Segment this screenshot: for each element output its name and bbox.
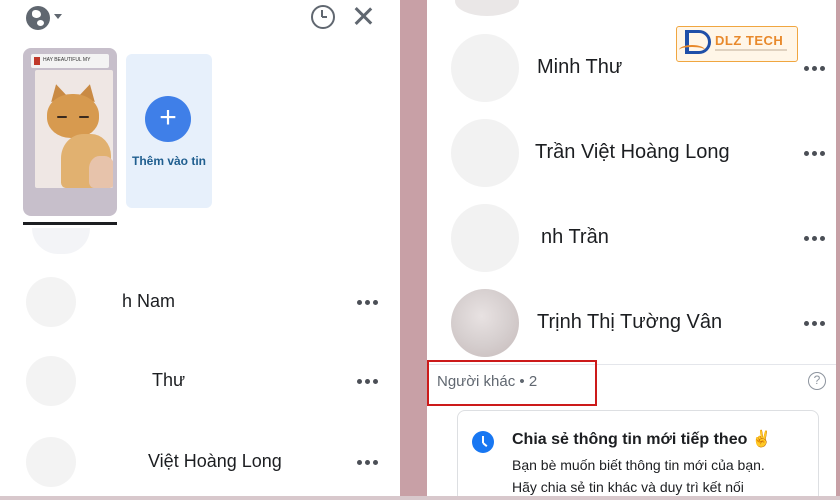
chevron-down-icon[interactable] (54, 14, 62, 19)
info-card-line: Bạn bè muốn biết thông tin mới của bạn. (512, 457, 765, 473)
contact-name: h Nam (122, 291, 176, 311)
avatar (26, 277, 76, 327)
faded-avatar (32, 228, 90, 254)
flag-icon (34, 57, 40, 65)
hidden-from-panel: Minh Thư Trần Việt Hoàng Long nh Trần Tr… (427, 0, 840, 500)
add-to-story-label: Thêm vào tin (131, 154, 206, 168)
frame-edge (836, 0, 840, 500)
more-options-icon[interactable] (804, 321, 826, 327)
avatar (451, 289, 519, 357)
more-options-icon[interactable] (357, 300, 379, 306)
list-item[interactable]: h Nam (0, 277, 400, 327)
cat-photo (35, 70, 113, 188)
help-icon[interactable]: ? (808, 372, 826, 390)
frame-edge (0, 496, 840, 500)
selected-indicator (23, 222, 117, 225)
list-item[interactable]: Việt Hoàng Long (0, 437, 400, 487)
other-people-header: Người khác • 2 (437, 373, 538, 390)
story-header-text: HAY BEAUTIFUL MY (43, 57, 91, 63)
list-item[interactable]: Trần Việt Hoàng Long (427, 119, 840, 189)
avatar (455, 0, 519, 16)
plus-icon: + (145, 96, 191, 142)
avatar (451, 204, 519, 272)
contact-name: Trần Việt Hoàng Long (535, 141, 730, 163)
list-item[interactable]: nh Trần (427, 204, 840, 274)
globe-icon[interactable] (26, 6, 50, 30)
list-item[interactable]: Thư (0, 356, 400, 406)
more-options-icon[interactable] (357, 379, 379, 385)
more-options-icon[interactable] (357, 460, 379, 466)
screenshot-divider (400, 0, 427, 500)
dlz-tech-logo: DLZ TECH (676, 26, 798, 62)
story-privacy-panel: HAY BEAUTIFUL MY + Thêm vào tin h Nam Th… (0, 0, 400, 500)
story-thumbnail[interactable]: HAY BEAUTIFUL MY (23, 48, 117, 216)
avatar (26, 356, 76, 406)
clock-icon (472, 431, 494, 453)
info-card: Chia sẻ thông tin mới tiếp theo ✌️ Bạn b… (457, 410, 819, 500)
cat-head (47, 94, 99, 138)
history-icon[interactable] (311, 5, 335, 29)
story-header: HAY BEAUTIFUL MY (31, 54, 109, 68)
contact-name: nh Trần (541, 226, 609, 248)
contact-name: Minh Thư (537, 56, 623, 78)
more-options-icon[interactable] (804, 236, 826, 242)
list-item[interactable]: Trịnh Thị Tường Vân (427, 289, 840, 359)
more-options-icon[interactable] (804, 151, 826, 157)
more-options-icon[interactable] (804, 66, 826, 72)
contact-name: Việt Hoàng Long (148, 451, 282, 471)
logo-text: DLZ TECH (715, 33, 784, 48)
info-card-line: Hãy chia sẻ tin khác và duy trì kết nối (512, 479, 744, 495)
avatar (451, 119, 519, 187)
info-card-title: Chia sẻ thông tin mới tiếp theo ✌️ (512, 431, 772, 448)
close-icon[interactable] (352, 5, 374, 27)
avatar (451, 34, 519, 102)
contact-name: Trịnh Thị Tường Vân (537, 311, 723, 333)
add-to-story-button[interactable]: + Thêm vào tin (126, 54, 212, 208)
contact-name: Thư (152, 370, 186, 390)
avatar (26, 437, 76, 487)
